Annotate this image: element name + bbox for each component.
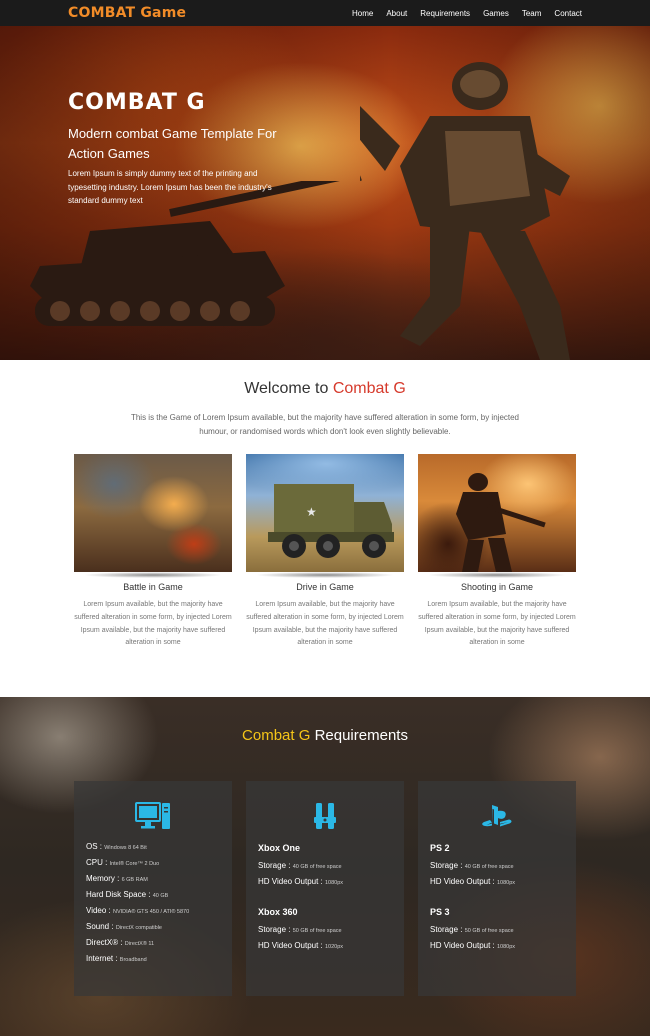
pc-spec-list: OS : Windows 8 64 Bit CPU : Intel® Core™…	[86, 842, 226, 970]
spec-row: Internet : Broadband	[86, 954, 147, 963]
drive-image[interactable]: ★	[246, 454, 404, 572]
xbox-controller-icon	[314, 803, 336, 829]
spec-row: Video : NVIDIA® GTS 450 / ATI® 5870	[86, 906, 190, 915]
hero-title: COMBAT G	[68, 90, 206, 115]
nav-team-link[interactable]: Team	[522, 9, 542, 18]
card-title: Shooting in Game	[460, 582, 534, 592]
welcome-title-accent: Combat G	[332, 380, 406, 397]
playstation-icon	[482, 805, 512, 827]
welcome-section: Welcome to Combat G This is the Game of …	[0, 360, 650, 697]
battle-image[interactable]	[74, 454, 232, 572]
spec-row: Storage : 50 GB of free space	[258, 925, 342, 934]
hero-description: Lorem Ipsum is simply dummy text of the …	[68, 169, 272, 205]
welcome-description: This is the Game of Lorem Ipsum availabl…	[130, 413, 520, 436]
spec-row: HD Video Output : 1080px	[430, 941, 516, 950]
ps2-block: PS 2 Storage : 40 GB of free space HD Vi…	[430, 843, 570, 893]
welcome-title: Welcome to Combat G	[244, 380, 406, 397]
shooting-image[interactable]	[418, 454, 576, 572]
feature-card-battle: Battle in Game Lorem Ipsum available, bu…	[74, 454, 232, 650]
spec-row: Hard Disk Space : 40 GB	[86, 890, 169, 899]
feature-card-drive: ★ Drive in Game Lorem Ipsum available, b…	[246, 454, 404, 650]
spec-row: DirectX® : DirectX® 11	[86, 938, 155, 947]
main-menu: Home About Requirements Games Team Conta…	[352, 0, 582, 26]
top-navbar: COMBAT Game Home About Requirements Game…	[0, 0, 650, 26]
card-text: Lorem Ipsum available, but the majority …	[418, 601, 576, 647]
platform-name: Xbox One	[258, 843, 301, 853]
ps3-block: PS 3 Storage : 50 GB of free space HD Vi…	[430, 907, 570, 957]
nav-about-link[interactable]: About	[386, 9, 407, 18]
soldier-shooting-illustration	[456, 473, 546, 572]
spec-row: HD Video Output : 1080px	[258, 877, 344, 886]
spec-row: OS : Windows 8 64 Bit	[86, 842, 147, 851]
soldier-illustration	[360, 58, 570, 360]
nav-home-link[interactable]: Home	[352, 9, 373, 18]
platform-name: PS 2	[430, 843, 450, 853]
spec-row: CPU : Intel® Core™ 2 Duo	[86, 858, 160, 867]
svg-text:★: ★	[306, 505, 317, 519]
nav-contact-link[interactable]: Contact	[554, 9, 582, 18]
spec-row: Storage : 50 GB of free space	[430, 925, 514, 934]
playstation-requirements-panel: PS 2 Storage : 40 GB of free space HD Vi…	[418, 781, 576, 996]
card-title: Battle in Game	[123, 582, 183, 592]
spec-row: Storage : 40 GB of free space	[258, 861, 342, 870]
nav-requirements-link[interactable]: Requirements	[420, 9, 470, 18]
xbox-requirements-panel: Xbox One Storage : 40 GB of free space H…	[246, 781, 404, 996]
requirements-title: Combat G Requirements	[242, 727, 408, 744]
hero-banner: COMBAT G Modern combat Game Template For…	[0, 26, 650, 360]
nav-games-link[interactable]: Games	[483, 9, 509, 18]
spec-row: Memory : 6 GB RAM	[86, 874, 148, 883]
xbox-360-block: Xbox 360 Storage : 50 GB of free space H…	[258, 907, 398, 957]
desktop-computer-icon	[135, 802, 170, 829]
card-text: Lorem Ipsum available, but the majority …	[246, 601, 404, 647]
card-text: Lorem Ipsum available, but the majority …	[74, 601, 232, 647]
hero-subtitle: Modern combat Game Template For Action G…	[68, 126, 277, 161]
xbox-one-block: Xbox One Storage : 40 GB of free space H…	[258, 843, 398, 893]
platform-name: PS 3	[430, 907, 450, 917]
truck-illustration: ★	[268, 484, 394, 558]
spec-row: HD Video Output : 1080px	[430, 877, 516, 886]
spec-row: Sound : DirectX compatible	[86, 922, 162, 931]
platform-name: Xbox 360	[258, 907, 298, 917]
card-title: Drive in Game	[296, 582, 354, 592]
spec-row: HD Video Output : 1020px	[258, 941, 344, 950]
requirements-section: Combat G Requirements OS : Windows 8 64 …	[0, 697, 650, 1036]
pc-requirements-panel: OS : Windows 8 64 Bit CPU : Intel® Core™…	[74, 781, 232, 996]
feature-card-shooting: Shooting in Game Lorem Ipsum available, …	[418, 454, 576, 650]
spec-row: Storage : 40 GB of free space	[430, 861, 514, 870]
site-logo[interactable]: COMBAT Game	[68, 5, 186, 21]
